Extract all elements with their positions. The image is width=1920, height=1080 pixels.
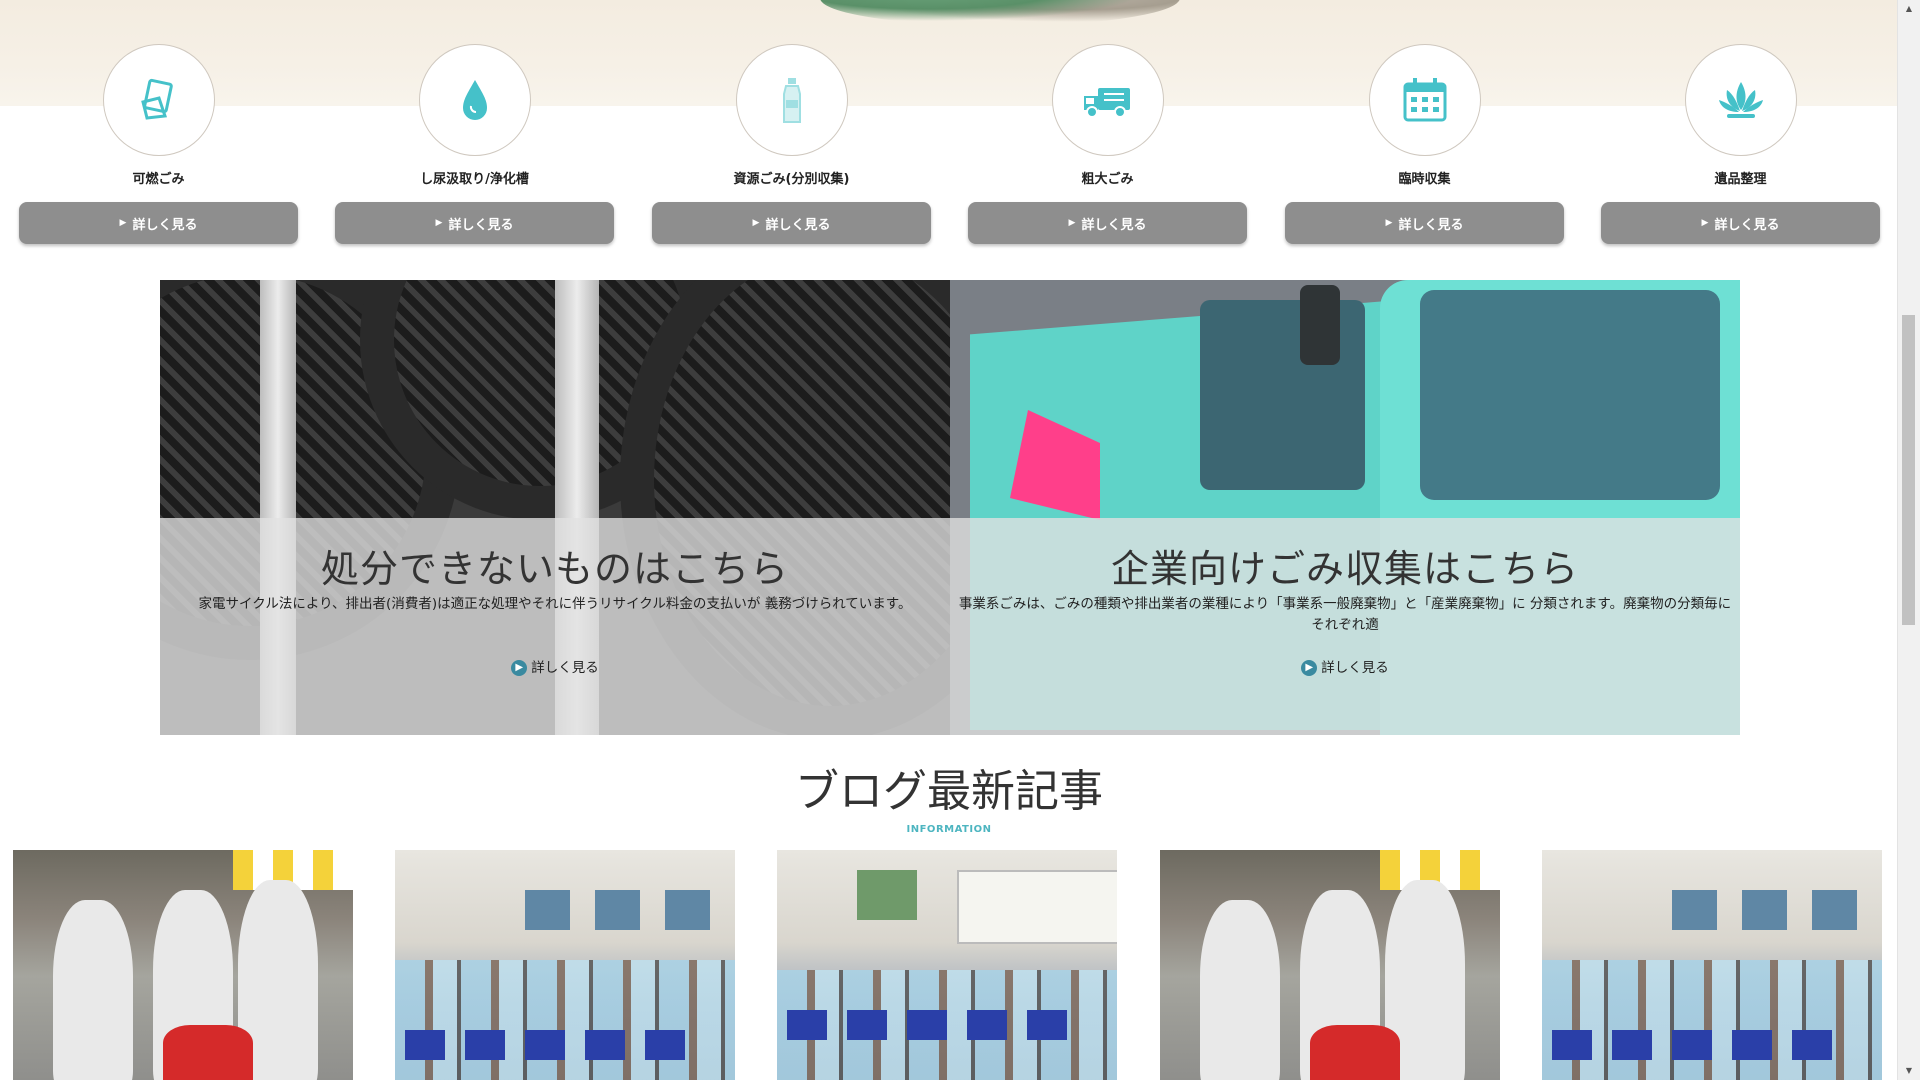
window-image	[665, 890, 710, 930]
promo-business-collection[interactable]: 企業向けごみ収集はこちら 事業系ごみは、ごみの種類や排出業者の業種により「事業系…	[950, 280, 1740, 735]
details-button[interactable]: ▶ 詳しく見る	[335, 202, 614, 244]
button-label: 詳しく見る	[1081, 217, 1147, 233]
blog-card[interactable]	[13, 850, 353, 1080]
whiteboard-image	[957, 870, 1117, 944]
promo-description: 家電サイクル法により、排出者(消費者)は適正な処理やそれに伴うリサイクル料金の支…	[198, 596, 912, 612]
lotus-icon[interactable]	[1684, 44, 1797, 156]
category-recyclable: 資源ごみ(分別収集) ▶ 詳しく見る	[652, 44, 931, 244]
child-image	[1310, 1025, 1400, 1080]
play-arrow-icon: ▶	[435, 218, 443, 228]
promo-title: 企業向けごみ収集はこちら	[1110, 547, 1579, 591]
page: 可燃ごみ ▶ 詳しく見る し尿汲取り/浄化槽 ▶ 詳しく見る 資源ごみ(分別収集) …	[0, 0, 1898, 1080]
arrow-circle-icon: ▶	[511, 660, 528, 676]
promo-non-disposable[interactable]: 処分できないものはこちら 家電サイクル法により、排出者(消費者)は適正な処理やそ…	[160, 280, 950, 735]
category-label: 臨時収集	[1398, 172, 1451, 187]
chairs-image	[787, 1010, 1087, 1040]
play-arrow-icon: ▶	[1701, 218, 1709, 228]
read-more-link[interactable]: ▶ 詳しく見る	[160, 656, 950, 676]
details-button[interactable]: ▶ 詳しく見る	[19, 202, 298, 244]
button-label: 詳しく見る	[132, 217, 198, 233]
chairs-image	[405, 1030, 705, 1060]
category-night-soil: し尿汲取り/浄化槽 ▶ 詳しく見る	[335, 44, 614, 244]
arrow-circle-icon: ▶	[1301, 660, 1318, 676]
category-estate-cleanup: 遺品整理 ▶ 詳しく見る	[1601, 44, 1880, 244]
person-image	[1200, 900, 1280, 1080]
scroll-up-icon[interactable]: ▲	[1898, 0, 1920, 18]
read-more-label: 詳しく見る	[531, 660, 599, 676]
category-label: し尿汲取り/浄化槽	[420, 172, 529, 187]
blog-card[interactable]	[1542, 850, 1882, 1080]
water-drop-icon[interactable]	[418, 44, 531, 156]
window-image	[1672, 890, 1717, 930]
details-button[interactable]: ▶ 詳しく見る	[652, 202, 931, 244]
bottle-icon[interactable]	[735, 44, 848, 156]
truck-icon[interactable]	[1051, 44, 1164, 156]
blog-card[interactable]	[395, 850, 735, 1080]
details-button[interactable]: ▶ 詳しく見る	[1285, 202, 1564, 244]
read-more-link[interactable]: ▶ 詳しく見る	[950, 656, 1740, 676]
chairs-image	[1552, 1030, 1852, 1060]
blog-card[interactable]	[1160, 850, 1500, 1080]
promo-description: 事業系ごみは、ごみの種類や排出業者の業種により「事業系一般廃棄物」と「産業廃棄物…	[958, 596, 1732, 633]
category-label: 可燃ごみ	[132, 172, 185, 187]
category-temporary: 臨時収集 ▶ 詳しく見る	[1285, 44, 1564, 244]
details-button[interactable]: ▶ 詳しく見る	[1601, 202, 1880, 244]
window-image	[1812, 890, 1857, 930]
scroll-down-icon[interactable]: ▼	[1898, 1062, 1920, 1080]
truck-mirror	[1300, 285, 1340, 365]
category-label: 遺品整理	[1714, 172, 1767, 187]
truck-side-window	[1200, 300, 1365, 490]
details-button[interactable]: ▶ 詳しく見る	[968, 202, 1247, 244]
paper-trash-icon[interactable]	[102, 44, 215, 156]
play-arrow-icon: ▶	[1385, 218, 1393, 228]
button-label: 詳しく見る	[448, 217, 514, 233]
button-label: 詳しく見る	[1398, 217, 1464, 233]
child-image	[163, 1025, 253, 1080]
vertical-scrollbar[interactable]: ▲ ▼	[1897, 0, 1920, 1080]
banner-illustration	[820, 0, 1180, 26]
window-image	[857, 870, 917, 920]
person-image	[53, 900, 133, 1080]
read-more-label: 詳しく見る	[1321, 660, 1389, 676]
play-arrow-icon: ▶	[752, 218, 760, 228]
blog-section-subtitle: INFORMATION	[906, 824, 992, 835]
window-image	[1742, 890, 1787, 930]
play-arrow-icon: ▶	[119, 218, 127, 228]
button-label: 詳しく見る	[765, 217, 831, 233]
category-label: 資源ごみ(分別収集)	[733, 172, 850, 187]
window-image	[525, 890, 570, 930]
calendar-icon[interactable]	[1368, 44, 1481, 156]
category-label: 粗大ごみ	[1081, 172, 1134, 187]
play-arrow-icon: ▶	[1068, 218, 1076, 228]
scrollbar-thumb[interactable]	[1902, 315, 1915, 625]
blog-card[interactable]	[777, 850, 1117, 1080]
button-label: 詳しく見る	[1714, 217, 1780, 233]
blog-section-title: ブログ最新記事	[795, 766, 1103, 817]
truck-windshield	[1420, 290, 1720, 500]
promo-title: 処分できないものはこちら	[320, 547, 789, 591]
audience-image	[1542, 960, 1882, 1080]
category-bulky: 粗大ごみ ▶ 詳しく見る	[968, 44, 1247, 244]
category-burnable: 可燃ごみ ▶ 詳しく見る	[19, 44, 298, 244]
window-image	[595, 890, 640, 930]
audience-image	[395, 960, 735, 1080]
